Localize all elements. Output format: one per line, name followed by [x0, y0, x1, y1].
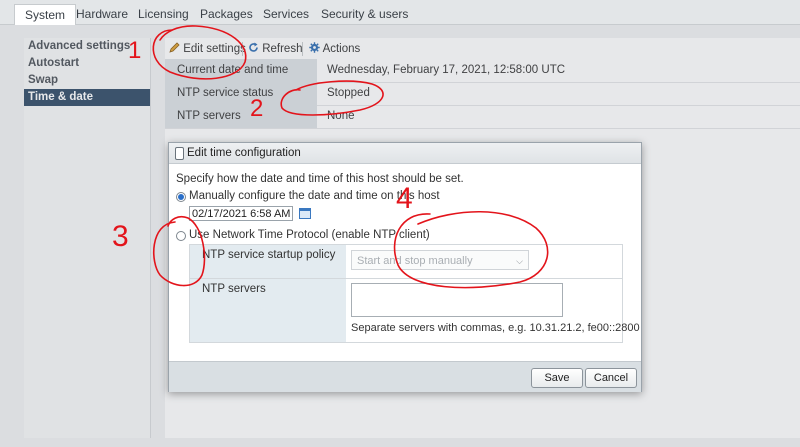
manual-radio-label[interactable]: Manually configure the date and time on …: [189, 190, 440, 202]
tab-security-users[interactable]: Security & users: [311, 4, 418, 24]
dialog-footer: Save Cancel: [169, 361, 641, 392]
tab-services[interactable]: Services: [253, 4, 319, 24]
ntp-servers-label: NTP servers: [202, 283, 266, 295]
ntp-settings-box: NTP service startup policy Start and sto…: [189, 244, 640, 343]
tab-licensing[interactable]: Licensing: [128, 4, 199, 24]
ntp-radio[interactable]: [176, 231, 186, 241]
top-tab-bar: System Hardware Licensing Packages Servi…: [0, 0, 800, 26]
startup-policy-value: Start and stop manually: [357, 255, 473, 267]
dialog-titlebar: Edit time configuration: [169, 143, 641, 164]
ntp-servers-hint: Separate servers with commas, e.g. 10.31…: [351, 322, 640, 334]
cancel-button[interactable]: Cancel: [585, 368, 637, 388]
tab-packages[interactable]: Packages: [190, 4, 263, 24]
ntp-servers-textarea[interactable]: [351, 283, 563, 317]
chevron-down-icon: ⌵: [516, 256, 523, 266]
ntp-row-divider: [190, 278, 622, 279]
dialog-icon: [175, 147, 184, 160]
startup-policy-label: NTP service startup policy: [202, 249, 336, 261]
dialog-instruction: Specify how the date and time of this ho…: [176, 173, 464, 185]
edit-time-dialog: Edit time configuration Specify how the …: [168, 142, 642, 392]
calendar-icon[interactable]: [299, 208, 311, 219]
dialog-title: Edit time configuration: [187, 147, 301, 159]
date-time-input[interactable]: 02/17/2021 6:58 AM: [189, 206, 293, 221]
save-button[interactable]: Save: [531, 368, 583, 388]
ntp-radio-label[interactable]: Use Network Time Protocol (enable NTP cl…: [189, 229, 430, 241]
startup-policy-select[interactable]: Start and stop manually ⌵: [351, 250, 529, 270]
manual-radio[interactable]: [176, 192, 186, 202]
